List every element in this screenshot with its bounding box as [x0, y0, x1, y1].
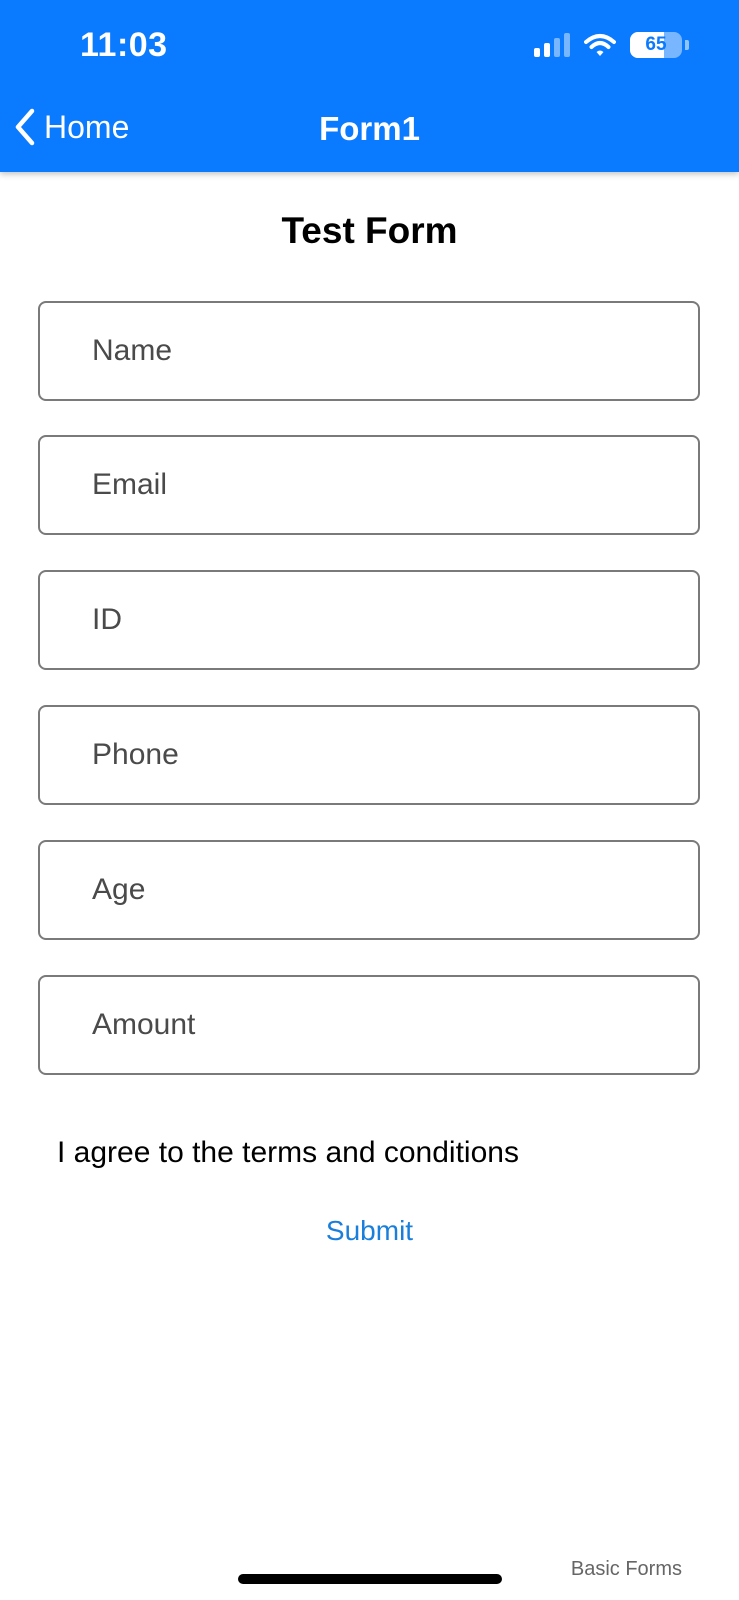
battery-icon: 65	[630, 32, 682, 58]
id-field[interactable]	[38, 570, 700, 670]
footer-label: Basic Forms	[570, 1558, 682, 1580]
name-field[interactable]	[38, 301, 700, 401]
wifi-icon	[584, 34, 616, 56]
status-time: 11:03	[80, 26, 168, 64]
cellular-signal-icon	[534, 33, 570, 57]
amount-field[interactable]	[38, 975, 700, 1075]
battery-level: 65	[645, 34, 667, 55]
email-field[interactable]	[38, 435, 700, 535]
battery-cap	[685, 40, 689, 50]
form-title: Test Form	[281, 210, 458, 251]
submit-button[interactable]: Submit	[0, 1215, 739, 1247]
terms-toggle-label[interactable]: I agree to the terms and conditions	[57, 1136, 519, 1170]
nav-title: Form1	[319, 110, 420, 147]
age-field[interactable]	[38, 840, 700, 940]
status-icons: 65	[534, 32, 689, 58]
navigation-header: 11:03 65 Home Form1	[0, 0, 739, 172]
phone-field[interactable]	[38, 705, 700, 805]
home-indicator[interactable]	[238, 1574, 502, 1584]
